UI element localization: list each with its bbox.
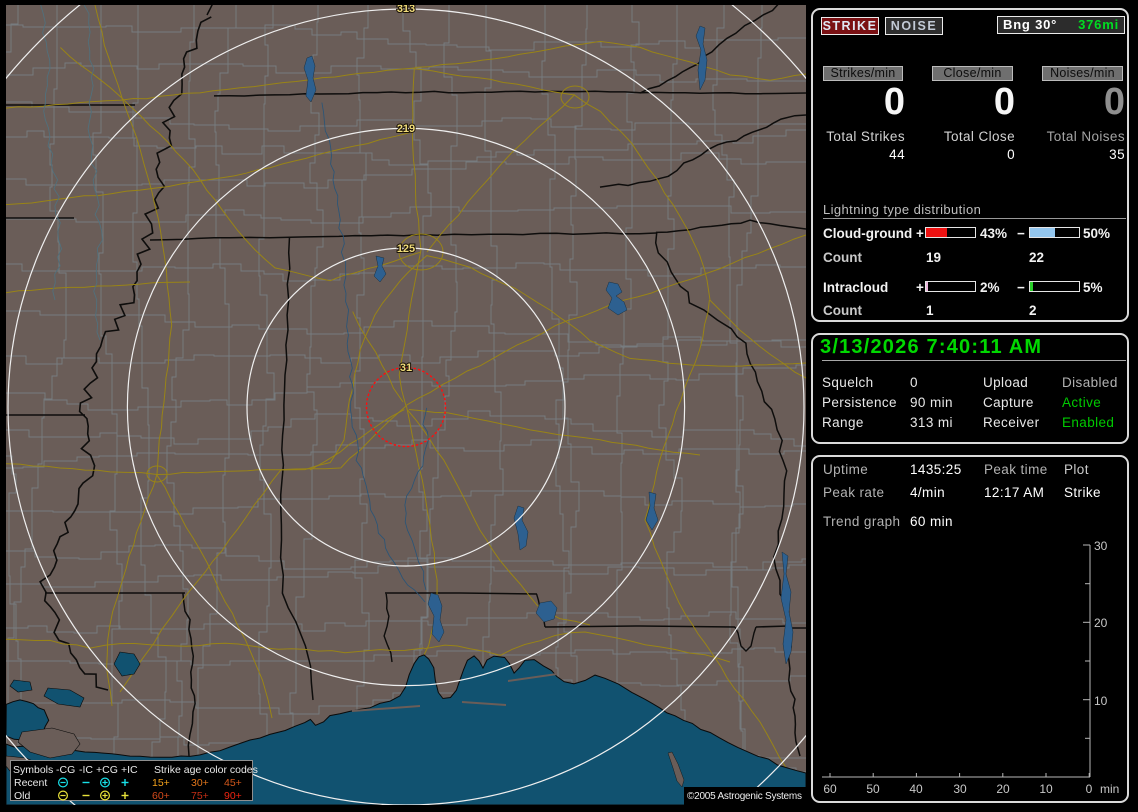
svg-text:45+: 45+ bbox=[224, 777, 242, 789]
svg-text:-CG: -CG bbox=[56, 764, 75, 776]
svg-text:90+: 90+ bbox=[224, 790, 242, 802]
svg-text:30+: 30+ bbox=[191, 777, 209, 789]
svg-text:313: 313 bbox=[397, 3, 415, 15]
svg-text:75+: 75+ bbox=[191, 790, 209, 802]
svg-text:-IC: -IC bbox=[79, 764, 93, 776]
svg-text:+CG: +CG bbox=[96, 764, 118, 776]
svg-text:60+: 60+ bbox=[152, 790, 170, 802]
svg-text:+IC: +IC bbox=[121, 764, 138, 776]
svg-text:31: 31 bbox=[400, 362, 412, 374]
svg-text:Symbols: Symbols bbox=[13, 764, 53, 776]
svg-text:Old: Old bbox=[14, 790, 31, 802]
svg-text:Recent: Recent bbox=[14, 777, 47, 789]
svg-text:125: 125 bbox=[397, 243, 415, 255]
svg-text:Strike age color codes: Strike age color codes bbox=[154, 764, 258, 776]
svg-text:15+: 15+ bbox=[152, 777, 170, 789]
svg-text:©2005 Astrogenic Systems: ©2005 Astrogenic Systems bbox=[687, 791, 802, 802]
svg-text:219: 219 bbox=[397, 123, 415, 135]
